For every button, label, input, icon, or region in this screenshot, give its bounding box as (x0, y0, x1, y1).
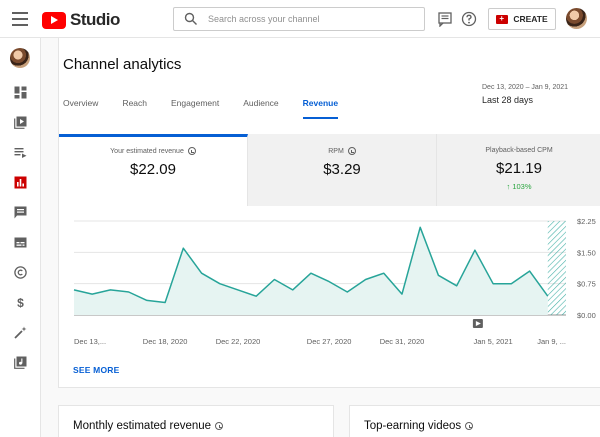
x-tick-label: Dec 13,... (74, 337, 106, 346)
sidebar-item-copyright[interactable] (10, 262, 30, 282)
x-tick-label: Jan 5, 2021 (474, 337, 513, 346)
see-more-link[interactable]: SEE MORE (73, 365, 119, 375)
x-tick-label: Dec 31, 2020 (380, 337, 425, 346)
x-tick-label: Dec 27, 2020 (307, 337, 352, 346)
metric-card-revenue[interactable]: Your estimated revenue $22.09 (59, 134, 248, 206)
page-title: Channel analytics (63, 56, 182, 73)
info-icon[interactable] (187, 147, 196, 155)
metric-delta: ↑ 103% (437, 182, 600, 191)
account-avatar[interactable] (566, 8, 587, 29)
comments-icon (14, 206, 26, 218)
metric-card-rpm[interactable]: RPM $3.29 (248, 134, 437, 206)
studio-logo[interactable]: Studio (42, 10, 120, 30)
sidebar-item-monetization[interactable]: $ (10, 292, 30, 312)
x-tick-label: Dec 18, 2020 (143, 337, 188, 346)
search-box[interactable] (173, 7, 425, 31)
metric-cards: Your estimated revenue $22.09 RPM $3.29 … (59, 134, 600, 206)
svg-text:$: $ (17, 296, 24, 309)
feedback-icon[interactable] (437, 11, 453, 27)
tab-overview[interactable]: Overview (63, 98, 98, 119)
sidebar-item-subtitles[interactable] (10, 232, 30, 252)
sidebar-item-dashboard[interactable] (10, 82, 30, 102)
sidebar-item-analytics[interactable] (10, 172, 30, 192)
metric-value: $3.29 (323, 161, 361, 178)
y-tick-label: $0.00 (577, 311, 596, 320)
date-range-picker[interactable]: Dec 13, 2020 – Jan 9, 2021 Last 28 days (482, 84, 568, 105)
info-icon[interactable] (215, 422, 224, 430)
x-tick-label: Jan 9, ... (537, 337, 566, 346)
copyright-icon (13, 265, 27, 279)
metric-title: Your estimated revenue (110, 147, 184, 155)
app-name: Studio (70, 10, 120, 29)
menu-icon[interactable] (12, 12, 28, 26)
series-area (74, 227, 548, 315)
metric-value: $22.09 (130, 161, 176, 178)
dollar-icon: $ (17, 296, 24, 309)
top-bar: Studio CREATE (0, 0, 600, 38)
sidebar: $ (0, 38, 41, 437)
video-library-icon (13, 116, 26, 129)
tab-reach[interactable]: Reach (122, 98, 147, 119)
y-tick-label: $2.25 (577, 218, 596, 226)
revenue-chart[interactable]: $0.00 $0.75 $1.50 $2.25 Dec 13,... Dec 18, 20… (59, 218, 600, 353)
analytics-card: Channel analytics Overview Reach Engagem… (58, 38, 600, 388)
dashboard-icon (14, 86, 26, 98)
date-range-label: Last 28 days (482, 95, 534, 105)
top-earning-videos-card: Top-earning videos (349, 405, 600, 437)
tab-revenue[interactable]: Revenue (302, 98, 339, 119)
sidebar-item-content[interactable] (10, 112, 30, 132)
partial-day-region (547, 221, 566, 315)
analytics-tabs: Overview Reach Engagement Audience Reven… (63, 98, 362, 119)
create-video-icon (496, 14, 509, 24)
info-icon[interactable] (465, 422, 474, 430)
metric-title: RPM (328, 147, 344, 155)
search-icon (184, 12, 197, 25)
audio-library-icon (13, 356, 26, 369)
metric-title: Playback-based CPM (485, 147, 553, 154)
monthly-revenue-title: Monthly estimated revenue (73, 420, 212, 432)
search-input[interactable] (208, 11, 418, 27)
magic-wand-icon (13, 326, 26, 339)
subtitles-icon (14, 237, 26, 247)
create-button-label: CREATE (513, 14, 548, 24)
youtube-logo-icon (42, 11, 66, 29)
channel-avatar[interactable] (10, 48, 30, 68)
sidebar-item-playlists[interactable] (10, 142, 30, 162)
info-icon[interactable] (347, 147, 356, 155)
metric-card-cpm[interactable]: Playback-based CPM $21.19 ↑ 103% (437, 134, 600, 206)
y-tick-label: $1.50 (577, 248, 596, 257)
x-tick-label: Dec 22, 2020 (216, 337, 261, 346)
metric-delta-value: 103% (512, 182, 532, 191)
metric-value: $21.19 (496, 160, 542, 177)
top-earning-videos-title: Top-earning videos (364, 420, 462, 432)
date-range-dates: Dec 13, 2020 – Jan 9, 2021 (482, 84, 569, 91)
sidebar-item-customization[interactable] (10, 322, 30, 342)
create-button[interactable]: CREATE (488, 8, 556, 30)
monthly-revenue-card: Monthly estimated revenue (58, 405, 334, 437)
sidebar-item-audio-library[interactable] (10, 352, 30, 372)
tab-engagement[interactable]: Engagement (171, 98, 219, 119)
analytics-icon (14, 176, 26, 188)
y-tick-label: $0.75 (577, 280, 596, 289)
arrow-up-icon: ↑ (506, 182, 511, 191)
help-icon[interactable] (461, 11, 477, 27)
tab-audience[interactable]: Audience (243, 98, 278, 119)
sidebar-item-comments[interactable] (10, 202, 30, 222)
playlist-icon (14, 147, 26, 158)
